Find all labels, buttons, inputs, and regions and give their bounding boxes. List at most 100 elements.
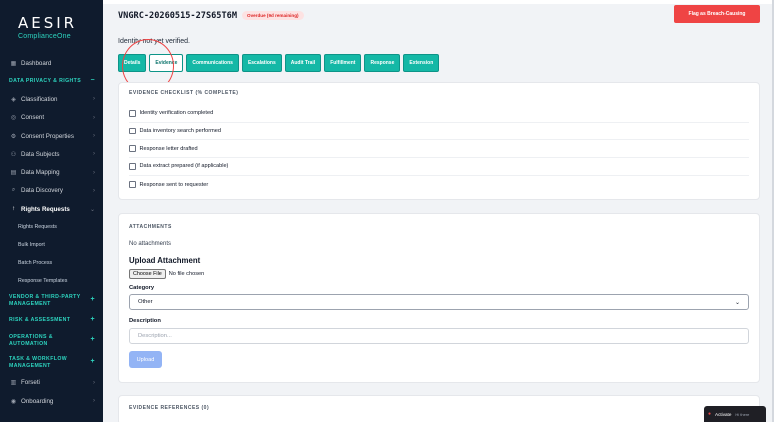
brand-logo: AESIR (18, 14, 78, 32)
description-input[interactable]: Description... (129, 328, 749, 344)
tab-audit-trail[interactable]: Audit Trail (284, 54, 322, 72)
evidence-checklist-card: EVIDENCE CHECKLIST (% COMPLETE) Identity… (118, 82, 760, 200)
brand[interactable]: AESIR ComplianceOne (0, 0, 103, 54)
sidebar-item-forseti[interactable]: ▥ Forseti › (0, 374, 103, 392)
checkbox[interactable] (129, 181, 136, 188)
sidebar-item-label: Consent Properties (21, 132, 74, 140)
sidebar-item-label: Forseti (21, 379, 40, 387)
request-id: VNGRC-20260515-27S65T6M (118, 11, 237, 21)
sidebar-item-onboarding[interactable]: ◉ Onboarding › (0, 392, 103, 410)
sidebar-item-data-mapping[interactable]: ▤ Data Mapping › (0, 163, 103, 181)
category-select[interactable]: Other ⌄ (129, 294, 749, 310)
tab-escalations[interactable]: Escalations (241, 54, 282, 72)
checkbox[interactable] (129, 163, 136, 170)
section-risk[interactable]: RISK & ASSESSMENT + (0, 312, 103, 330)
checklist-item[interactable]: Response letter drafted (129, 140, 749, 159)
chevron-right-icon: › (93, 169, 95, 176)
chevron-down-icon: ⌄ (89, 206, 95, 213)
search-icon: ⌕ (11, 187, 16, 194)
checklist-item[interactable]: Response sent to requester (129, 176, 749, 194)
section-task-workflow[interactable]: TASK & WORKFLOW MANAGEMENT + (0, 352, 103, 374)
sidebar-item-label: Data Subjects (21, 150, 60, 158)
dashboard-icon: ▦ (10, 60, 17, 67)
book-icon: ▥ (10, 380, 17, 387)
sidebar-item-dashboard[interactable]: ▦ Dashboard (0, 54, 103, 72)
chevron-right-icon: › (93, 151, 95, 158)
flag-breach-button[interactable]: Flag as Breach-Causing (674, 5, 760, 23)
section-label: TASK & WORKFLOW MANAGEMENT (9, 356, 68, 369)
section-label: VENDOR & THIRD-PARTY MANAGEMENT (9, 294, 81, 307)
sidebar-item-label: Classification (21, 95, 58, 103)
subnav-batch-process[interactable]: Batch Process (0, 254, 103, 272)
checklist-item-label: Response letter drafted (139, 145, 198, 152)
sidebar-nav: ▦ Dashboard DATA PRIVACY & RIGHTS − ◈ Cl… (0, 54, 103, 410)
section-label: DATA PRIVACY & RIGHTS (9, 78, 82, 85)
section-data-privacy[interactable]: DATA PRIVACY & RIGHTS − (0, 72, 103, 90)
checklist-item[interactable]: Data extract prepared (if applicable) (129, 158, 749, 176)
upload-heading: Upload Attachment (129, 256, 201, 265)
sidebar-item-consent-properties[interactable]: ⚙ Consent Properties › (0, 127, 103, 145)
attachments-card: ATTACHMENTS No attachments Upload Attach… (118, 213, 760, 383)
choose-file-button[interactable]: Choose File (129, 269, 166, 279)
checklist-item[interactable]: Data inventory search performed (129, 123, 749, 141)
brand-subtitle: ComplianceOne (18, 33, 71, 40)
attachments-title: ATTACHMENTS (129, 224, 172, 230)
upload-button[interactable]: Upload (129, 351, 162, 368)
sidebar-item-data-subjects[interactable]: ⚇ Data Subjects › (0, 145, 103, 163)
collapse-icon: − (90, 77, 95, 85)
section-vendor[interactable]: VENDOR & THIRD-PARTY MANAGEMENT + (0, 290, 103, 312)
request-header: VNGRC-20260515-27S65T6M Overdue (9d rema… (103, 4, 774, 28)
users-icon: ⚇ (10, 151, 17, 158)
tab-bar: Details Evidence Communications Escalati… (118, 54, 440, 72)
sidebar-item-label: Data Mapping (21, 169, 60, 177)
chevron-right-icon: › (93, 96, 95, 103)
evidence-references-card: EVIDENCE REFERENCES (0) (118, 395, 760, 422)
file-picker: Choose File No file chosen (129, 269, 204, 279)
map-icon: ▤ (10, 170, 17, 177)
chevron-right-icon: › (93, 114, 95, 121)
description-label: Description (129, 318, 161, 324)
sidebar-item-label: Data Discovery (21, 187, 63, 195)
category-label: Category (129, 285, 155, 291)
status-badge: Overdue (9d remaining) (242, 11, 304, 20)
sidebar-item-data-discovery[interactable]: ⌕ Data Discovery › (0, 182, 103, 200)
checkbox[interactable] (129, 145, 136, 152)
checklist-item-label: Response sent to requester (139, 181, 209, 188)
checkbox[interactable] (129, 127, 136, 135)
chevron-right-icon: › (93, 187, 95, 194)
activate-widget[interactable]: ● Activate Hi there (704, 406, 766, 422)
sidebar-item-consent[interactable]: ◎ Consent › (0, 109, 103, 127)
no-attachments-text: No attachments (129, 241, 172, 247)
checklist-item[interactable]: Identity verification completed (129, 105, 749, 123)
compass-icon: ◉ (10, 398, 17, 405)
checklist-item-label: Identity verification completed (139, 110, 214, 117)
settings-icon: ⚙ (10, 133, 17, 140)
identity-status: Identity not yet verified. (118, 38, 190, 45)
subnav-rights-requests[interactable]: Rights Requests (0, 218, 103, 236)
file-status: No file chosen (168, 271, 205, 277)
subnav-bulk-import[interactable]: Bulk Import (0, 236, 103, 254)
checkbox[interactable] (129, 110, 136, 117)
tab-extension[interactable]: Extension (403, 54, 440, 72)
sidebar: AESIR ComplianceOne ▦ Dashboard DATA PRI… (0, 0, 103, 422)
sidebar-item-classification[interactable]: ◈ Classification › (0, 90, 103, 108)
tab-fulfillment[interactable]: Fulfillment (324, 54, 362, 72)
sidebar-item-label: Onboarding (21, 397, 54, 405)
expand-icon: + (90, 296, 95, 304)
expand-icon: + (90, 358, 95, 366)
tab-evidence[interactable]: Evidence (149, 54, 184, 72)
chevron-down-icon: ⌄ (734, 299, 740, 306)
tab-communications[interactable]: Communications (186, 54, 239, 72)
subnav-response-templates[interactable]: Response Templates (0, 272, 103, 290)
category-value: Other (138, 299, 153, 305)
chevron-right-icon: › (93, 133, 95, 140)
tab-response[interactable]: Response (364, 54, 401, 72)
activate-label: Activate (715, 411, 732, 417)
sidebar-item-rights-requests[interactable]: ↑ Rights Requests ⌄ (0, 200, 103, 218)
section-operations[interactable]: OPERATIONS & AUTOMATION + (0, 330, 103, 352)
arrow-up-icon: ↑ (12, 206, 15, 213)
activate-extra: Hi there (735, 411, 750, 417)
tab-details[interactable]: Details (118, 54, 147, 72)
sidebar-item-label: Dashboard (21, 59, 52, 67)
sidebar-item-label: Consent (21, 114, 45, 122)
